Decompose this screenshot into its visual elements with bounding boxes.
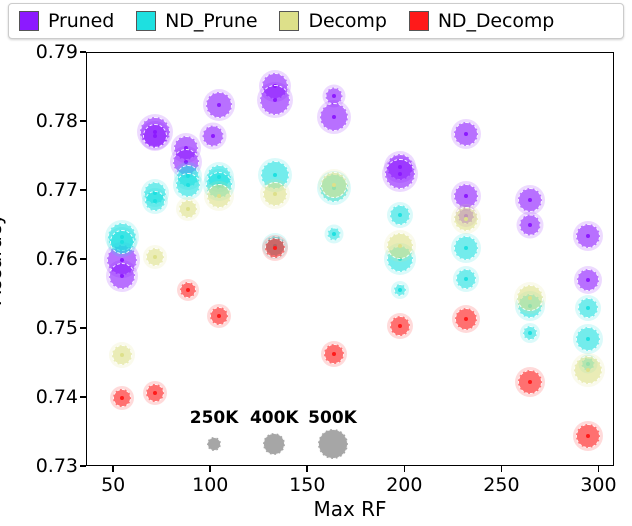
- legend-item-decomp[interactable]: Decomp: [279, 10, 387, 32]
- data-point-center: [527, 295, 532, 300]
- legend-label: Decomp: [308, 10, 387, 32]
- plot-area: [86, 52, 614, 466]
- data-point-center: [463, 131, 468, 136]
- data-point-center: [152, 133, 157, 138]
- data-point-center: [585, 368, 590, 373]
- x-tick-mark: [597, 466, 600, 472]
- data-point-center: [119, 396, 124, 400]
- x-tick-mark: [306, 466, 309, 472]
- chart-root: Pruned ND_Prune Decomp ND_Decomp Accuracy M…: [0, 0, 632, 526]
- size-legend-bubble: [317, 428, 348, 459]
- data-point-center: [527, 222, 532, 227]
- legend-item-nd_prune[interactable]: ND_Prune: [136, 10, 258, 32]
- data-point-center: [331, 351, 336, 356]
- series-legend: Pruned ND_Prune Decomp ND_Decomp: [8, 3, 624, 39]
- x-tick-mark: [209, 466, 212, 472]
- size-legend-label: 500K: [308, 407, 357, 428]
- data-point-center: [331, 232, 336, 237]
- x-tick-mark: [403, 466, 406, 472]
- y-tick-label: 0.76: [35, 248, 78, 270]
- data-point-center: [463, 317, 468, 322]
- x-tick-label: 50: [101, 474, 126, 496]
- data-point-center: [527, 197, 532, 202]
- data-point-center: [585, 433, 590, 438]
- y-tick-label: 0.79: [35, 41, 78, 63]
- x-tick-mark: [112, 466, 114, 472]
- data-point-center: [527, 331, 532, 336]
- data-point-center: [331, 115, 336, 120]
- x-tick-mark: [500, 466, 503, 472]
- size-legend-bubble: [207, 436, 222, 451]
- size-legend-bubble: [263, 432, 286, 455]
- legend-item-nd_decomp[interactable]: ND_Decomp: [408, 10, 555, 32]
- data-point-center: [331, 183, 336, 188]
- data-point-center: [463, 216, 468, 221]
- legend-label: Pruned: [48, 10, 115, 32]
- size-legend-label: 400K: [249, 407, 299, 428]
- data-point-center: [273, 97, 278, 102]
- data-point-center: [397, 324, 402, 329]
- data-point-center: [585, 306, 590, 311]
- x-tick-label: 250: [483, 474, 520, 496]
- data-point-center: [152, 391, 157, 396]
- data-point-center: [463, 193, 468, 198]
- x-tick-label: 300: [580, 474, 617, 496]
- data-point-center: [152, 199, 157, 204]
- data-point-center: [331, 94, 336, 99]
- legend-swatch-icon: [279, 11, 300, 31]
- data-point-center: [273, 173, 278, 178]
- data-point-center: [119, 353, 124, 358]
- legend-swatch-icon: [136, 11, 157, 31]
- legend-label: ND_Decomp: [437, 10, 555, 32]
- data-point-center: [185, 287, 190, 292]
- data-point-center: [119, 240, 124, 245]
- data-point-center: [273, 192, 278, 197]
- data-point-center: [585, 336, 590, 341]
- x-tick-label: 100: [192, 474, 229, 496]
- data-point-center: [397, 244, 402, 249]
- y-tick-label: 0.74: [35, 386, 78, 408]
- y-tick-label: 0.77: [35, 179, 78, 201]
- data-point-center: [397, 288, 402, 293]
- data-point-center: [585, 233, 590, 238]
- legend-item-pruned[interactable]: Pruned: [19, 10, 114, 32]
- data-point-center: [397, 171, 402, 176]
- data-point-center: [152, 255, 157, 260]
- data-point-center: [185, 206, 190, 211]
- data-point-center: [217, 193, 221, 198]
- data-point-center: [273, 246, 278, 251]
- data-point-center: [185, 183, 190, 188]
- y-tick-label: 0.78: [35, 110, 78, 132]
- data-point-center: [217, 313, 221, 318]
- legend-swatch-icon: [408, 11, 429, 31]
- data-point-center: [217, 103, 221, 108]
- data-point-center: [463, 245, 468, 250]
- y-tick-label: 0.75: [35, 317, 78, 339]
- data-point-center: [463, 276, 468, 281]
- legend-swatch-icon: [19, 11, 39, 31]
- x-axis-label: Max RF: [313, 497, 387, 521]
- data-point-center: [585, 278, 590, 282]
- data-point-center: [527, 380, 532, 385]
- data-point-center: [397, 213, 402, 218]
- data-point-center: [119, 273, 124, 278]
- legend-label: ND_Prune: [165, 10, 258, 32]
- x-tick-label: 150: [289, 474, 326, 496]
- size-legend-label: 250K: [189, 407, 239, 428]
- data-point-center: [211, 133, 216, 138]
- y-tick-label: 0.73: [35, 455, 78, 477]
- x-tick-label: 200: [386, 474, 423, 496]
